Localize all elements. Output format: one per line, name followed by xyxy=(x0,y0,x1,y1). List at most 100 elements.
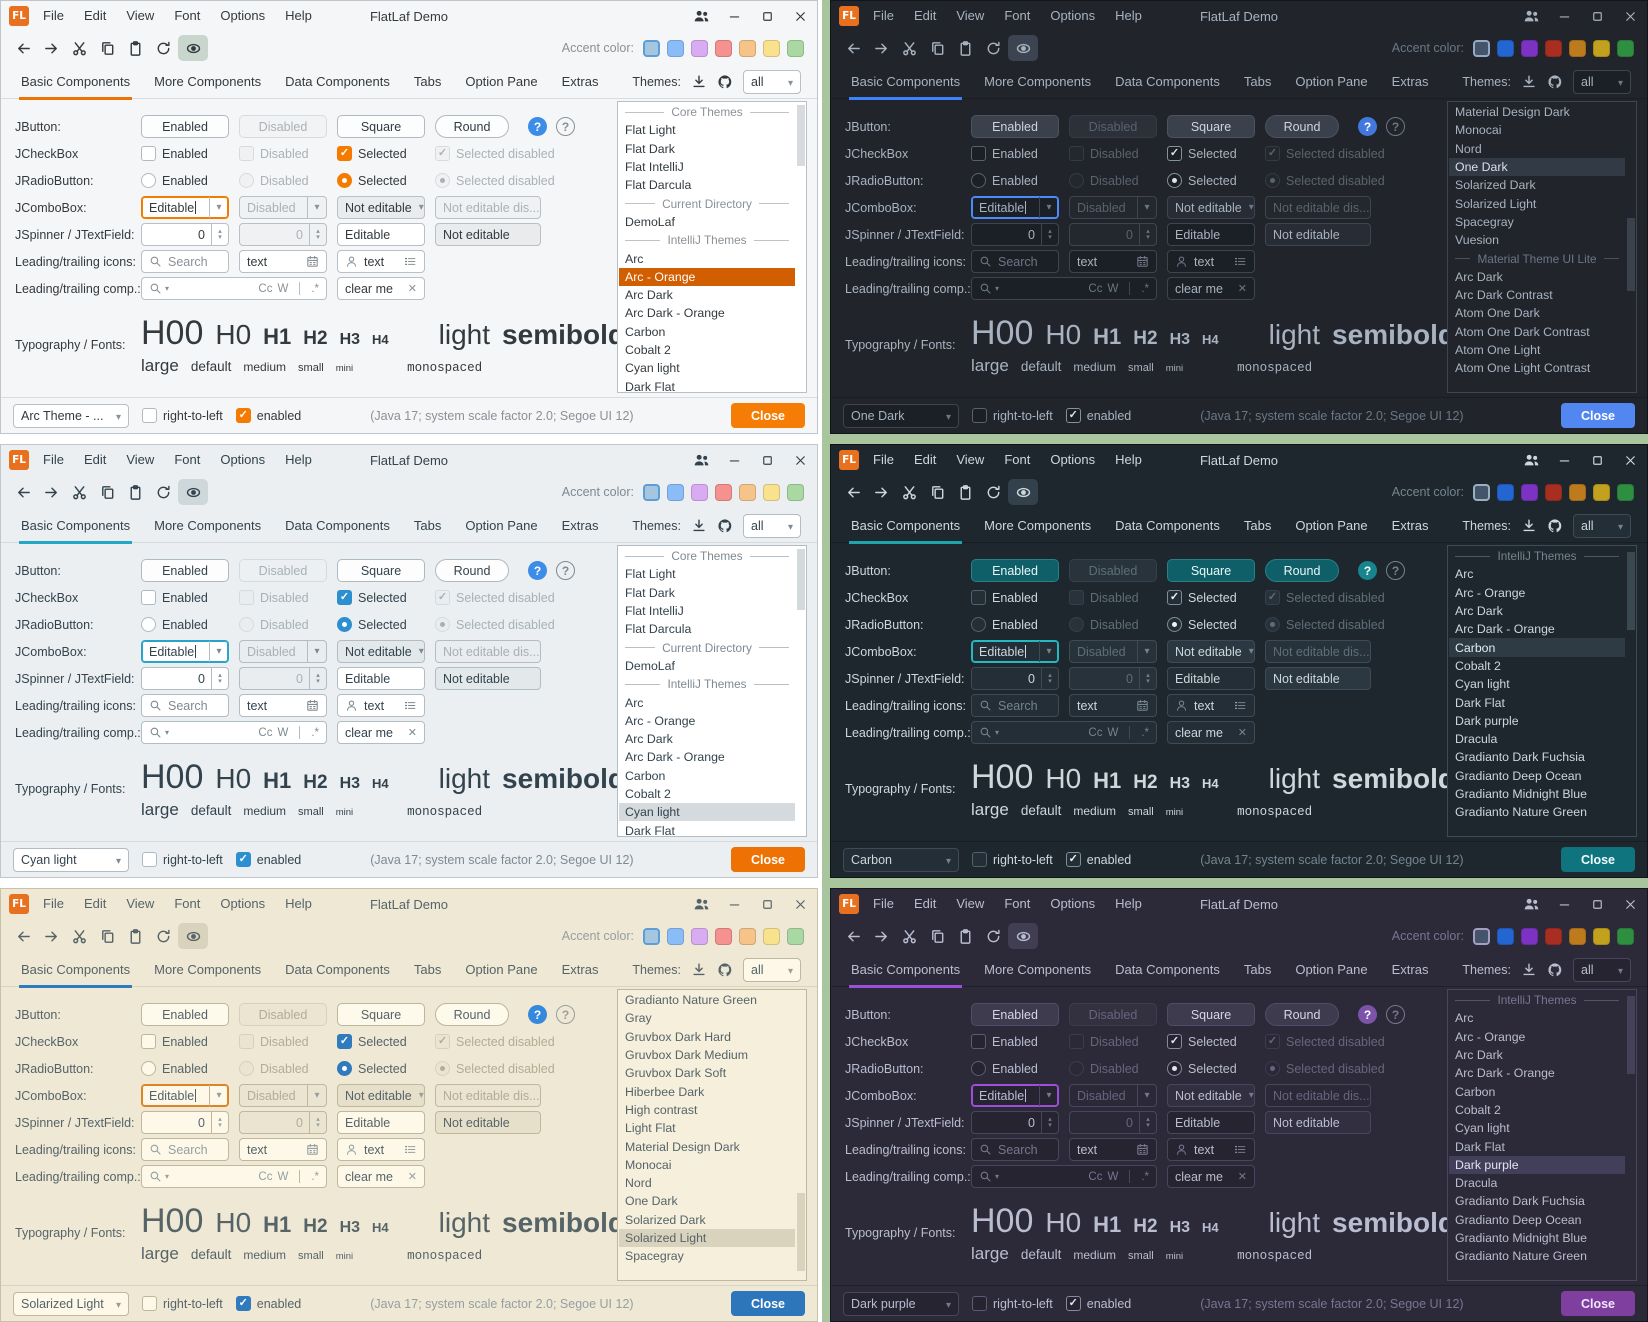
theme-filter-select[interactable]: all xyxy=(743,958,801,982)
theme-list-item[interactable]: Dark purple xyxy=(1449,712,1625,730)
theme-list-item[interactable]: Arc Dark xyxy=(619,730,795,748)
radio-enabled[interactable] xyxy=(141,617,156,632)
inspector-eye-toggle[interactable] xyxy=(178,923,208,949)
menu-item[interactable]: Options xyxy=(1040,889,1105,919)
download-icon[interactable] xyxy=(1521,962,1537,978)
theme-list-item[interactable]: Gradianto Deep Ocean xyxy=(1449,767,1625,785)
round-button[interactable]: Round xyxy=(1265,1003,1339,1026)
users-icon[interactable] xyxy=(685,1,718,31)
accent-swatch[interactable] xyxy=(763,928,780,945)
forward-icon[interactable] xyxy=(868,479,894,505)
match-option[interactable]: W xyxy=(1107,727,1118,739)
theme-list-item[interactable]: Core Themes xyxy=(619,547,795,565)
date-input[interactable]: text xyxy=(1069,1138,1157,1161)
chevron-down-icon[interactable]: ▾ xyxy=(165,728,169,737)
theme-list-item[interactable]: Dark purple xyxy=(1449,1156,1625,1174)
chevron-down-icon[interactable] xyxy=(209,197,228,218)
round-button[interactable]: Round xyxy=(1265,115,1339,138)
theme-list-item[interactable]: Material Design Dark xyxy=(619,1137,795,1155)
clear-icon[interactable] xyxy=(1238,726,1247,739)
accent-swatch[interactable] xyxy=(715,40,732,57)
theme-list-item[interactable]: Solarized Light xyxy=(619,1229,795,1247)
enabled-button[interactable]: Enabled xyxy=(141,1003,229,1026)
textfield-editable[interactable]: Editable xyxy=(337,223,425,246)
enabled-button[interactable]: Enabled xyxy=(971,115,1059,138)
tab[interactable]: Option Pane xyxy=(453,65,549,99)
chevron-down-icon[interactable] xyxy=(1039,641,1058,662)
menu-item[interactable]: Font xyxy=(164,889,210,919)
menu-item[interactable]: View xyxy=(946,889,994,919)
spinner[interactable]: 0 xyxy=(971,223,1059,246)
chevron-down-icon[interactable] xyxy=(209,641,228,662)
theme-list-item[interactable]: Nord xyxy=(619,1174,795,1192)
refresh-icon[interactable] xyxy=(980,923,1006,949)
checkbox-selected[interactable] xyxy=(337,146,352,161)
tab[interactable]: Data Components xyxy=(273,509,402,543)
maximize-button[interactable] xyxy=(1581,889,1614,919)
enabled-button[interactable]: Enabled xyxy=(141,559,229,582)
theme-list-item[interactable]: Arc Dark xyxy=(1449,1046,1625,1064)
theme-list-item[interactable]: Cobalt 2 xyxy=(1449,1101,1625,1119)
match-option[interactable]: W xyxy=(277,727,288,739)
textfield-editable[interactable]: Editable xyxy=(1167,223,1255,246)
theme-list-item[interactable]: Flat Light xyxy=(619,121,795,139)
theme-list-item[interactable]: Flat IntelliJ xyxy=(619,158,795,176)
clear-icon[interactable] xyxy=(408,1170,417,1183)
match-option[interactable]: W xyxy=(277,283,288,295)
chevron-down-icon[interactable] xyxy=(1242,197,1255,218)
spinner-arrows-icon[interactable] xyxy=(1041,1112,1058,1133)
menu-item[interactable]: Edit xyxy=(74,445,116,475)
clear-me-input[interactable]: clear me xyxy=(1167,1165,1255,1188)
inspector-eye-toggle[interactable] xyxy=(1008,479,1038,505)
accent-swatch[interactable] xyxy=(739,484,756,501)
theme-list-item[interactable]: Gradianto Nature Green xyxy=(619,991,795,1009)
menu-item[interactable]: File xyxy=(33,445,74,475)
theme-list-item[interactable]: Arc - Orange xyxy=(619,712,795,730)
search-input[interactable]: Search xyxy=(141,1138,229,1161)
regex-option[interactable]: .* xyxy=(311,1171,319,1183)
search-with-options-input[interactable]: ▾ CcW .* xyxy=(971,721,1157,744)
radio-enabled[interactable] xyxy=(141,1061,156,1076)
menu-item[interactable]: File xyxy=(863,1,904,31)
enabled-button[interactable]: Enabled xyxy=(971,1003,1059,1026)
square-button[interactable]: Square xyxy=(1167,1003,1255,1026)
match-option[interactable]: Cc xyxy=(1088,283,1102,295)
match-option[interactable]: Cc xyxy=(258,727,272,739)
theme-list-item[interactable]: Vuesion xyxy=(1449,231,1625,249)
theme-select[interactable]: Cyan light xyxy=(13,848,129,872)
chevron-down-icon[interactable] xyxy=(1242,641,1255,662)
theme-list-item[interactable]: Cobalt 2 xyxy=(1449,657,1625,675)
enabled-button[interactable]: Enabled xyxy=(141,115,229,138)
tab[interactable]: Option Pane xyxy=(453,953,549,987)
accent-swatch[interactable] xyxy=(1473,484,1490,501)
theme-list-item[interactable]: Carbon xyxy=(619,323,795,341)
spinner-arrows-icon[interactable] xyxy=(211,1112,228,1133)
close-window-button[interactable] xyxy=(1614,889,1647,919)
match-options[interactable]: CcW xyxy=(1083,727,1118,739)
radio-selected[interactable] xyxy=(337,1061,352,1076)
theme-list-item[interactable]: Flat Dark xyxy=(619,584,795,602)
combobox-not-editable[interactable]: Not editable xyxy=(337,640,425,663)
chevron-down-icon[interactable]: ▾ xyxy=(995,284,999,293)
tab[interactable]: Extras xyxy=(1380,509,1441,543)
help-button[interactable] xyxy=(1358,117,1377,136)
chevron-down-icon[interactable] xyxy=(412,197,425,218)
forward-icon[interactable] xyxy=(38,35,64,61)
menu-item[interactable]: Options xyxy=(210,1,275,31)
calendar-icon[interactable] xyxy=(306,699,319,712)
theme-list-item[interactable]: IntelliJ Themes xyxy=(619,231,795,249)
theme-list-item[interactable]: IntelliJ Themes xyxy=(619,675,795,693)
round-button[interactable]: Round xyxy=(435,559,509,582)
tab[interactable]: Tabs xyxy=(402,65,453,99)
menu-item[interactable]: Options xyxy=(210,445,275,475)
accent-swatch[interactable] xyxy=(763,40,780,57)
spinner-arrows-icon[interactable] xyxy=(1041,668,1058,689)
theme-list-item[interactable]: Dark Flat xyxy=(1449,693,1625,711)
tab[interactable]: Extras xyxy=(550,65,611,99)
textfield-editable[interactable]: Editable xyxy=(337,667,425,690)
theme-select[interactable]: Dark purple xyxy=(843,1292,959,1316)
paste-icon[interactable] xyxy=(952,35,978,61)
radio-selected[interactable] xyxy=(1167,173,1182,188)
combobox-editable[interactable]: Editable xyxy=(141,196,229,219)
match-options[interactable]: Cc W xyxy=(253,727,288,739)
